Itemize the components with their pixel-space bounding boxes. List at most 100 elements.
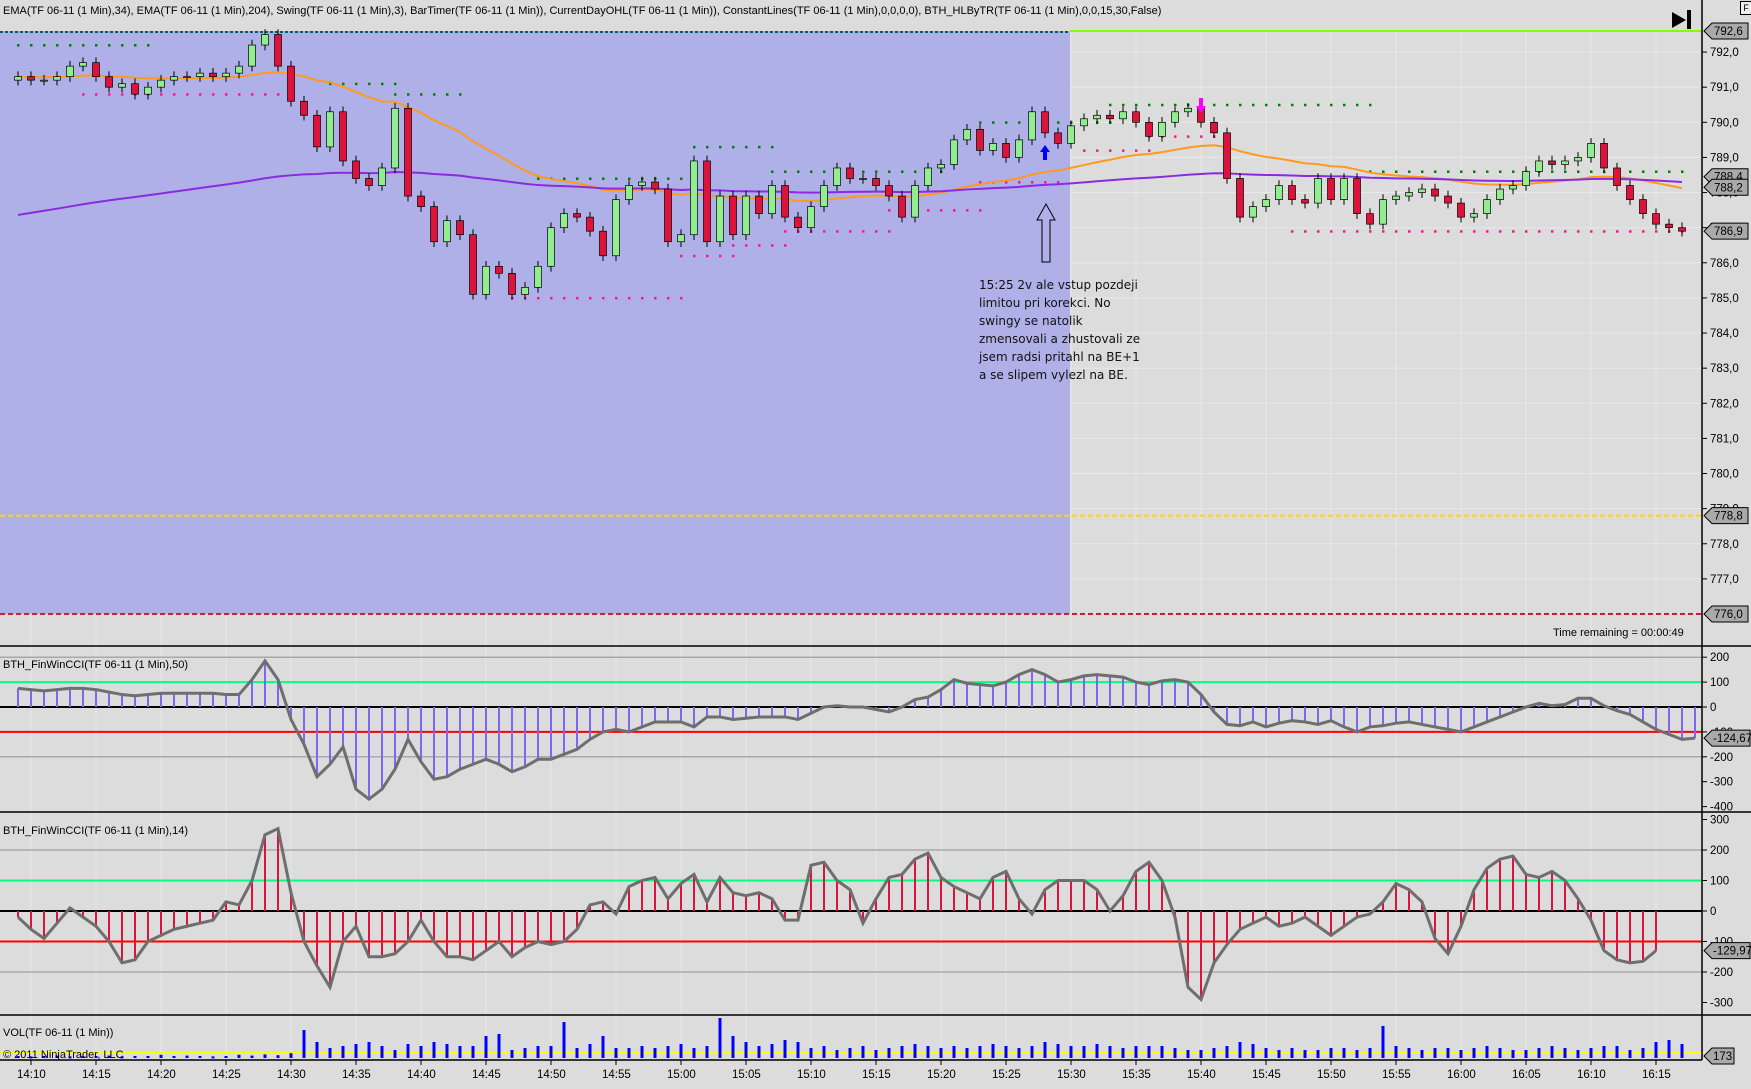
price-tick-label: 785,0 [1710, 293, 1739, 305]
swing-low-dot [1122, 149, 1125, 152]
candle-up [235, 65, 243, 74]
swing-high-dot [108, 44, 111, 47]
volume-bar [1550, 1046, 1554, 1058]
axis-tick-label: 300 [1710, 815, 1729, 827]
last-value: -124,67 [1713, 733, 1751, 745]
swing-low-dot [732, 244, 735, 247]
swing-high-dot [1408, 170, 1411, 173]
time-tick-label: 15:05 [732, 1069, 761, 1081]
swing-high-dot [1668, 170, 1671, 173]
volume-bar [1563, 1048, 1567, 1058]
candle-down [1626, 185, 1634, 200]
candle-down [755, 195, 763, 214]
candle-up [1262, 199, 1270, 207]
volume-bar [731, 1036, 735, 1058]
axis-tick-label: 0 [1710, 702, 1716, 714]
swing-high-dot [1629, 170, 1632, 173]
volume-bar [432, 1042, 436, 1058]
candle-down [131, 83, 139, 95]
volume-bar [133, 1056, 137, 1058]
swing-low-dot [680, 296, 683, 300]
candle-up [1379, 199, 1387, 225]
swing-high-dot [1369, 103, 1372, 107]
swing-high-dot [459, 93, 462, 96]
swing-low-dot [1057, 181, 1060, 184]
time-tick-label: 15:15 [862, 1069, 891, 1081]
swing-low-dot [1096, 149, 1099, 152]
swing-low-dot [1018, 181, 1021, 184]
candle-down [1444, 195, 1452, 204]
axis-tick-label: -300 [1710, 777, 1733, 789]
swing-low-dot [589, 296, 592, 300]
swing-high-dot [537, 177, 540, 181]
volume-bar [1485, 1046, 1489, 1058]
volume-bar [1004, 1046, 1008, 1058]
swing-high-dot [147, 44, 150, 47]
candle-down [287, 65, 295, 102]
price-tick-label: 782,0 [1710, 398, 1739, 410]
volume-bar [1628, 1050, 1632, 1058]
bar-timer: Time remaining = 00:00:49 [1553, 627, 1684, 639]
candle-down [729, 195, 737, 236]
time-tick-label: 15:25 [992, 1069, 1021, 1081]
volume-bar [744, 1042, 748, 1058]
volume-bar [159, 1054, 163, 1058]
swing-low-dot [264, 93, 267, 96]
swing-high-dot [1642, 170, 1645, 173]
swing-low-dot [888, 209, 891, 212]
volume-bar [1082, 1046, 1086, 1058]
swing-high-dot [1135, 103, 1138, 107]
swing-low-dot [576, 296, 579, 300]
swing-high-dot [1395, 170, 1398, 173]
volume-bar [1056, 1044, 1060, 1058]
swing-high-dot [446, 93, 449, 96]
candle-down [339, 111, 347, 162]
swing-low-dot [173, 93, 176, 96]
swing-low-dot [719, 254, 722, 258]
time-tick-label: 16:15 [1642, 1069, 1671, 1081]
volume-bar [1589, 1048, 1593, 1058]
volume-bar [198, 1056, 202, 1058]
candle-down [846, 167, 854, 179]
volume-bar [1173, 1048, 1177, 1058]
candle-down [365, 178, 373, 186]
swing-high-dot [355, 82, 358, 86]
candle-up [66, 65, 74, 78]
swing-low-dot [1434, 230, 1437, 233]
swing-high-dot [1512, 170, 1515, 173]
swing-high-dot [1109, 103, 1112, 107]
swing-high-dot [30, 44, 33, 47]
candle-up [482, 265, 490, 295]
candle-down [508, 272, 516, 295]
swing-high-dot [1577, 170, 1580, 173]
candle-up [1067, 125, 1075, 144]
candle-up [1314, 178, 1322, 204]
candle-up [937, 164, 945, 169]
swing-low-dot [693, 254, 696, 258]
swing-low-dot [1577, 230, 1580, 233]
candle-down [599, 230, 607, 257]
swing-low-dot [537, 296, 540, 300]
chart-area[interactable]: 2001000-100-200-300-400-124,67 300200100… [0, 0, 1751, 1089]
candle-down [1288, 185, 1296, 200]
swing-high-dot [1291, 103, 1294, 107]
swing-high-dot [82, 44, 85, 47]
volume-bar [770, 1044, 774, 1058]
candle-down [430, 206, 438, 243]
candle-up [1119, 111, 1127, 120]
f-button[interactable]: F [1740, 1, 1751, 15]
candle-down [976, 128, 984, 151]
candle-down [1223, 132, 1231, 179]
swing-low-dot [862, 230, 865, 233]
candle-up [1015, 139, 1023, 158]
volume-bar [1238, 1042, 1242, 1058]
swing-high-dot [745, 145, 748, 149]
candle-down [1548, 160, 1556, 165]
candle-down [1457, 202, 1465, 218]
swing-high-dot [719, 145, 722, 149]
volume-bar [705, 1046, 709, 1058]
swing-low-dot [1369, 230, 1372, 233]
swing-low-dot [1382, 230, 1385, 233]
go-to-end-icon[interactable] [1672, 10, 1691, 29]
swing-high-dot [95, 44, 98, 47]
